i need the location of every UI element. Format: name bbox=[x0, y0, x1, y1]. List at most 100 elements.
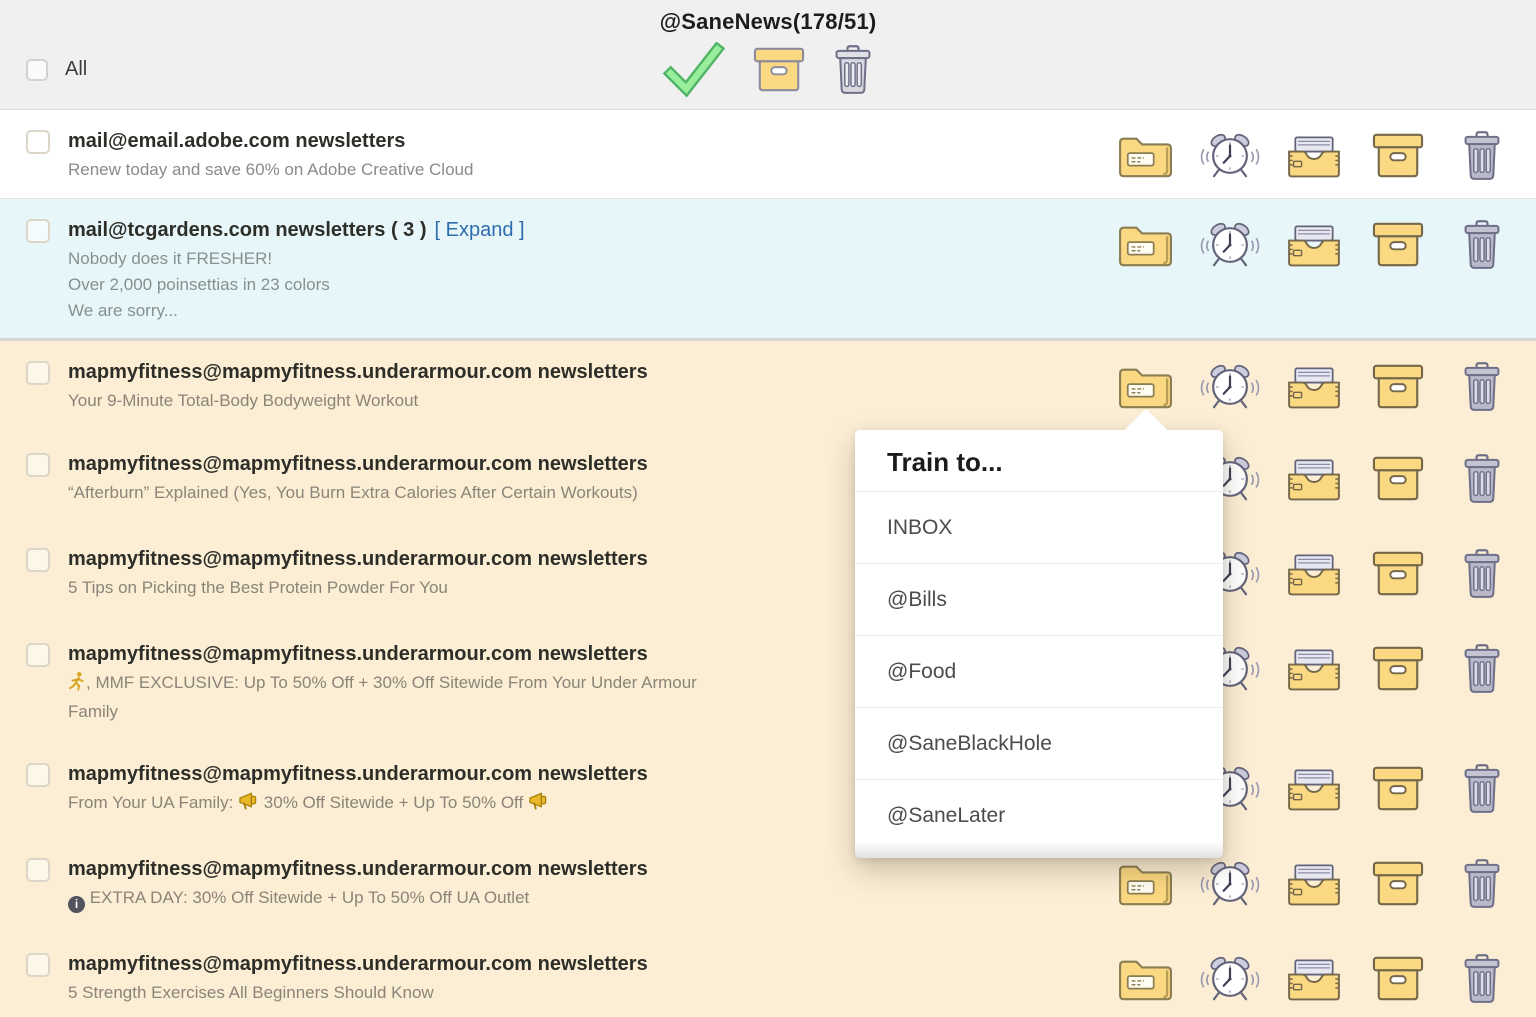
trash-icon[interactable] bbox=[1450, 763, 1514, 815]
email-row[interactable]: mapmyfitness@mapmyfitness.underarmour.co… bbox=[0, 743, 1536, 838]
train-item-bills[interactable]: @Bills bbox=[855, 563, 1223, 635]
archive-box-icon[interactable] bbox=[1366, 858, 1430, 910]
checkbox-column bbox=[0, 838, 68, 887]
trash-icon[interactable] bbox=[1450, 548, 1514, 600]
sender-line: mail@email.adobe.com newsletters bbox=[68, 126, 1114, 156]
page-title: @SaneNews(178/51) bbox=[0, 9, 1536, 35]
train-item-sanelater[interactable]: @SaneLater bbox=[855, 779, 1223, 851]
snooze-alarm-icon[interactable] bbox=[1198, 361, 1262, 413]
move-to-folder-icon[interactable] bbox=[1114, 858, 1178, 910]
row-checkbox[interactable] bbox=[26, 858, 50, 882]
sane-later-tray-icon[interactable] bbox=[1282, 548, 1346, 600]
train-item-food[interactable]: @Food bbox=[855, 635, 1223, 707]
checkbox-column bbox=[0, 528, 68, 577]
row-sender: mapmyfitness@mapmyfitness.underarmour.co… bbox=[68, 453, 648, 475]
dropdown-title: Train to... bbox=[855, 430, 1223, 491]
archive-box-icon[interactable] bbox=[1366, 953, 1430, 1005]
email-row[interactable]: mail@tcgardens.com newsletters ( 3 ) [ Ex… bbox=[0, 198, 1536, 338]
row-subject: Renew today and save 60% on Adobe Creati… bbox=[68, 157, 748, 183]
subject-lines: Your 9-Minute Total-Body Bodyweight Work… bbox=[68, 388, 748, 414]
row-subject: Over 2,000 poinsettias in 23 colors bbox=[68, 272, 748, 298]
sane-later-tray-icon[interactable] bbox=[1282, 361, 1346, 413]
email-summary: mapmyfitness@mapmyfitness.underarmour.co… bbox=[68, 341, 1114, 414]
archive-box-icon[interactable] bbox=[752, 45, 806, 95]
snooze-alarm-icon[interactable] bbox=[1198, 130, 1262, 182]
train-check-icon[interactable] bbox=[662, 42, 726, 98]
move-to-folder-icon[interactable] bbox=[1114, 953, 1178, 1005]
megaphone-emoji-icon bbox=[528, 792, 549, 819]
snooze-alarm-icon[interactable] bbox=[1198, 858, 1262, 910]
trash-icon[interactable] bbox=[1450, 130, 1514, 182]
row-actions bbox=[1114, 361, 1514, 413]
info-icon: i bbox=[68, 888, 85, 914]
move-to-folder-icon[interactable] bbox=[1114, 361, 1178, 413]
checkbox-column bbox=[0, 110, 68, 159]
row-actions bbox=[1114, 858, 1514, 910]
row-checkbox[interactable] bbox=[26, 548, 50, 572]
email-row[interactable]: mapmyfitness@mapmyfitness.underarmour.co… bbox=[0, 433, 1536, 528]
row-checkbox[interactable] bbox=[26, 130, 50, 154]
sender-line: mapmyfitness@mapmyfitness.underarmour.co… bbox=[68, 357, 1114, 387]
checkbox-column bbox=[0, 199, 68, 248]
email-row[interactable]: mapmyfitness@mapmyfitness.underarmour.co… bbox=[0, 838, 1536, 933]
sane-later-tray-icon[interactable] bbox=[1282, 643, 1346, 695]
trash-icon[interactable] bbox=[1450, 219, 1514, 271]
subject-lines: , MMF EXCLUSIVE: Up To 50% Off + 30% Off… bbox=[68, 670, 748, 725]
email-row[interactable]: mail@email.adobe.com newsletters Renew t… bbox=[0, 110, 1536, 198]
archive-box-icon[interactable] bbox=[1366, 361, 1430, 413]
sane-later-tray-icon[interactable] bbox=[1282, 219, 1346, 271]
email-row[interactable]: mapmyfitness@mapmyfitness.underarmour.co… bbox=[0, 528, 1536, 623]
select-all: All bbox=[26, 58, 87, 81]
row-sender: mapmyfitness@mapmyfitness.underarmour.co… bbox=[68, 548, 648, 570]
email-list: mail@email.adobe.com newsletters Renew t… bbox=[0, 110, 1536, 1017]
sane-later-tray-icon[interactable] bbox=[1282, 858, 1346, 910]
row-checkbox[interactable] bbox=[26, 219, 50, 243]
row-subject: Your 9-Minute Total-Body Bodyweight Work… bbox=[68, 388, 748, 414]
trash-icon[interactable] bbox=[1450, 361, 1514, 413]
email-row[interactable]: mapmyfitness@mapmyfitness.underarmour.co… bbox=[0, 338, 1536, 433]
email-summary: mapmyfitness@mapmyfitness.underarmour.co… bbox=[68, 933, 1114, 1006]
archive-box-icon[interactable] bbox=[1366, 763, 1430, 815]
row-checkbox[interactable] bbox=[26, 763, 50, 787]
sane-later-tray-icon[interactable] bbox=[1282, 763, 1346, 815]
subject-lines: i EXTRA DAY: 30% Off Sitewide + Up To 50… bbox=[68, 885, 748, 914]
expand-link[interactable]: [ Expand ] bbox=[435, 219, 525, 241]
trash-icon[interactable] bbox=[1450, 953, 1514, 1005]
subject-lines: From Your UA Family: 30% Off Sitewide + … bbox=[68, 790, 748, 819]
snooze-alarm-icon[interactable] bbox=[1198, 953, 1262, 1005]
checkbox-column bbox=[0, 341, 68, 390]
archive-box-icon[interactable] bbox=[1366, 219, 1430, 271]
train-item-inbox[interactable]: INBOX bbox=[855, 491, 1223, 563]
row-checkbox[interactable] bbox=[26, 643, 50, 667]
move-to-folder-icon[interactable] bbox=[1114, 219, 1178, 271]
row-checkbox[interactable] bbox=[26, 361, 50, 385]
email-row[interactable]: mapmyfitness@mapmyfitness.underarmour.co… bbox=[0, 933, 1536, 1017]
email-row[interactable]: mapmyfitness@mapmyfitness.underarmour.co… bbox=[0, 623, 1536, 743]
select-all-checkbox[interactable] bbox=[26, 59, 48, 81]
archive-box-icon[interactable] bbox=[1366, 453, 1430, 505]
trash-icon[interactable] bbox=[1450, 858, 1514, 910]
snooze-alarm-icon[interactable] bbox=[1198, 219, 1262, 271]
checkbox-column bbox=[0, 743, 68, 792]
row-sender: mapmyfitness@mapmyfitness.underarmour.co… bbox=[68, 858, 648, 880]
row-checkbox[interactable] bbox=[26, 953, 50, 977]
archive-box-icon[interactable] bbox=[1366, 643, 1430, 695]
row-sender: mail@tcgardens.com newsletters ( 3 ) bbox=[68, 219, 427, 241]
archive-box-icon[interactable] bbox=[1366, 130, 1430, 182]
row-checkbox[interactable] bbox=[26, 453, 50, 477]
sane-later-tray-icon[interactable] bbox=[1282, 453, 1346, 505]
trash-icon[interactable] bbox=[1450, 643, 1514, 695]
trash-icon[interactable] bbox=[832, 44, 874, 96]
subject-lines: 5 Strength Exercises All Beginners Shoul… bbox=[68, 980, 748, 1006]
sane-later-tray-icon[interactable] bbox=[1282, 953, 1346, 1005]
archive-box-icon[interactable] bbox=[1366, 548, 1430, 600]
email-summary: mail@tcgardens.com newsletters ( 3 ) [ Ex… bbox=[68, 199, 1114, 324]
move-to-folder-icon[interactable] bbox=[1114, 130, 1178, 182]
subject-lines: Renew today and save 60% on Adobe Creati… bbox=[68, 157, 748, 183]
train-folder-list: INBOX@Bills@Food@SaneBlackHole@SaneLater bbox=[855, 491, 1223, 851]
train-item-saneblackhole[interactable]: @SaneBlackHole bbox=[855, 707, 1223, 779]
sane-later-tray-icon[interactable] bbox=[1282, 130, 1346, 182]
row-subject: 5 Tips on Picking the Best Protein Powde… bbox=[68, 575, 748, 601]
trash-icon[interactable] bbox=[1450, 453, 1514, 505]
row-subject: 5 Strength Exercises All Beginners Shoul… bbox=[68, 980, 748, 1006]
